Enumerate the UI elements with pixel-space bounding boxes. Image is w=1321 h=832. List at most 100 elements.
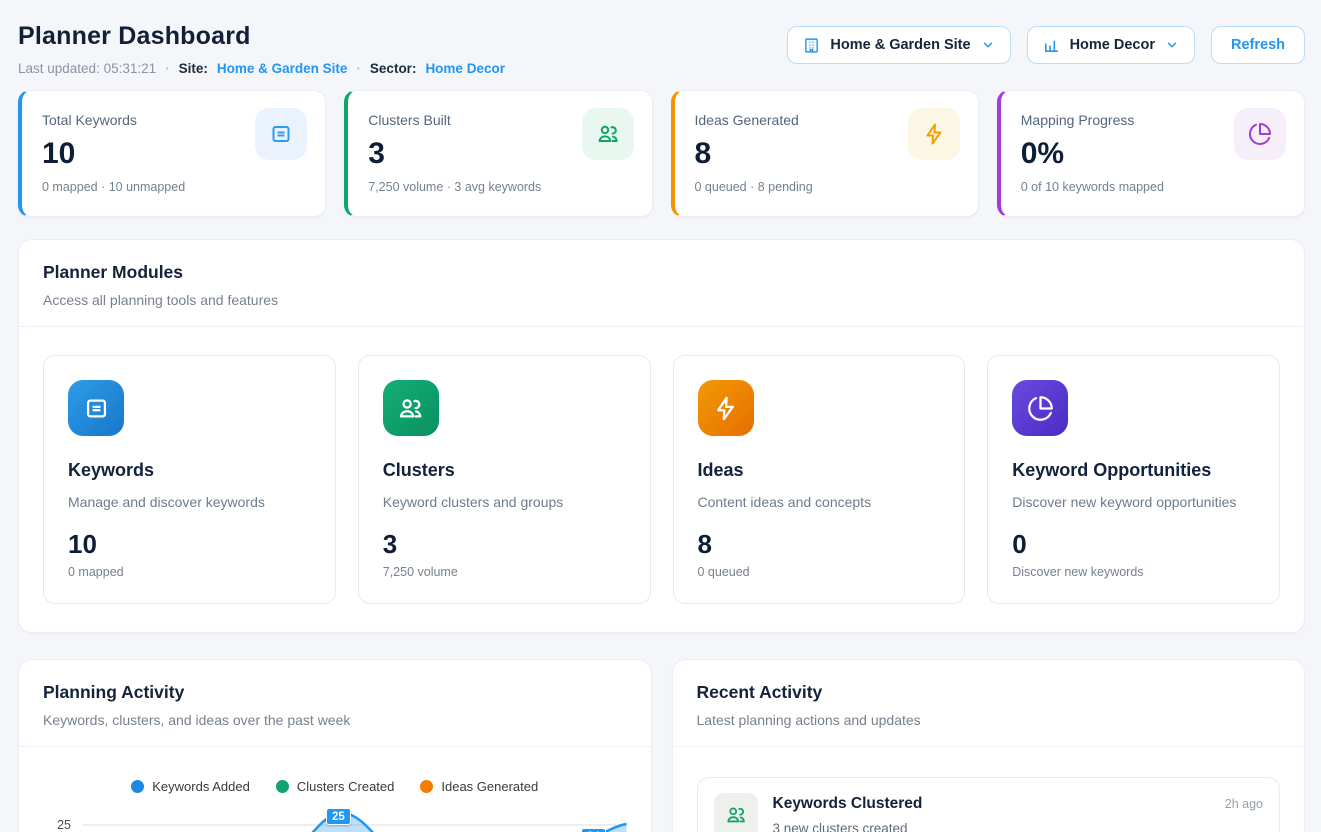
stat-value: 8 — [695, 137, 813, 171]
legend-item-ideas-generated[interactable]: Ideas Generated — [420, 779, 538, 794]
meta-separator: · — [356, 61, 361, 76]
planner-dashboard-page: Planner Dashboard Last updated: 05:31:21… — [0, 0, 1321, 832]
module-subtext: 0 mapped — [68, 565, 311, 579]
planner-modules-header: Planner Modules Access all planning tool… — [19, 240, 1304, 326]
recent-activity-subtitle: Latest planning actions and updates — [697, 712, 1281, 728]
module-value: 8 — [698, 529, 941, 560]
users-icon — [714, 793, 758, 832]
legend-label: Ideas Generated — [441, 779, 538, 794]
stat-subtext: 0 mapped · 10 unmapped — [42, 180, 185, 194]
stat-label: Ideas Generated — [695, 112, 813, 128]
module-value: 3 — [383, 529, 626, 560]
users-icon — [383, 380, 439, 436]
stat-label: Clusters Built — [368, 112, 541, 128]
activity-timestamp: 2h ago — [1225, 797, 1263, 811]
meta-separator: · — [165, 61, 170, 76]
stat-subtext: 0 of 10 keywords mapped — [1021, 180, 1164, 194]
module-description: Keyword clusters and groups — [383, 494, 626, 510]
last-updated-text: Last updated: 05:31:21 — [18, 61, 156, 76]
stat-cards-row: Total Keywords 10 0 mapped · 10 unmapped… — [18, 90, 1305, 217]
module-subtext: 0 queued — [698, 565, 941, 579]
stat-subtext: 7,250 volume · 3 avg keywords — [368, 180, 541, 194]
page-header: Planner Dashboard Last updated: 05:31:21… — [18, 16, 1305, 76]
module-title: Keywords — [68, 460, 311, 481]
stat-value: 3 — [368, 137, 541, 171]
stat-subtext: 0 queued · 8 pending — [695, 180, 813, 194]
sector-label: Sector: — [370, 61, 417, 76]
stat-card-mapping-progress: Mapping Progress 0% 0 of 10 keywords map… — [997, 90, 1305, 217]
legend-dot — [420, 780, 433, 793]
stat-label: Total Keywords — [42, 112, 185, 128]
module-title: Clusters — [383, 460, 626, 481]
planning-activity-subtitle: Keywords, clusters, and ideas over the p… — [43, 712, 627, 728]
stat-card-total-keywords: Total Keywords 10 0 mapped · 10 unmapped — [18, 90, 326, 217]
activity-title: Keywords Clustered — [773, 795, 1210, 813]
data-point-label: 25 — [326, 808, 351, 825]
site-label: Site: — [179, 61, 208, 76]
legend-label: Keywords Added — [152, 779, 250, 794]
module-card-clusters[interactable]: Clusters Keyword clusters and groups 3 7… — [358, 355, 651, 604]
planning-activity-panel: Planning Activity Keywords, clusters, an… — [18, 659, 652, 832]
planner-modules-subtitle: Access all planning tools and features — [43, 292, 1280, 308]
site-selector-button[interactable]: Home & Garden Site — [787, 26, 1010, 64]
legend-dot — [276, 780, 289, 793]
module-description: Manage and discover keywords — [68, 494, 311, 510]
module-description: Discover new keyword opportunities — [1012, 494, 1255, 510]
recent-activity-title: Recent Activity — [697, 682, 1281, 703]
area-chart-svg — [83, 806, 627, 832]
y-axis-tick-25: 25 — [39, 806, 83, 832]
stat-card-clusters-built: Clusters Built 3 7,250 volume · 3 avg ke… — [344, 90, 652, 217]
module-subtext: Discover new keywords — [1012, 565, 1255, 579]
header-meta: Last updated: 05:31:21 · Site: Home & Ga… — [18, 61, 505, 76]
modules-grid: Keywords Manage and discover keywords 10… — [19, 327, 1304, 632]
users-icon — [582, 108, 634, 160]
file-lines-icon — [255, 108, 307, 160]
module-card-keywords[interactable]: Keywords Manage and discover keywords 10… — [43, 355, 336, 604]
bolt-icon — [908, 108, 960, 160]
site-link[interactable]: Home & Garden Site — [217, 61, 348, 76]
stat-value: 0% — [1021, 137, 1164, 171]
site-selector-value: Home & Garden Site — [830, 37, 970, 53]
module-subtext: 7,250 volume — [383, 565, 626, 579]
chart-plot-area: 25 24 — [83, 806, 627, 832]
stat-value: 10 — [42, 137, 185, 171]
module-title: Keyword Opportunities — [1012, 460, 1255, 481]
bar-chart-icon — [1043, 37, 1060, 54]
data-point-label: 24 — [581, 828, 606, 832]
sector-selector-value: Home Decor — [1070, 37, 1155, 53]
page-title: Planner Dashboard — [18, 22, 505, 51]
chevron-down-icon — [981, 38, 995, 52]
stat-card-ideas-generated: Ideas Generated 8 0 queued · 8 pending — [671, 90, 979, 217]
module-description: Content ideas and concepts — [698, 494, 941, 510]
activity-item-keywords-clustered: Keywords Clustered 3 new clusters create… — [697, 777, 1281, 832]
divider — [19, 746, 651, 747]
legend-item-keywords-added[interactable]: Keywords Added — [131, 779, 250, 794]
activity-chart: 25 25 24 — [19, 806, 651, 832]
refresh-button[interactable]: Refresh — [1211, 26, 1305, 64]
module-card-ideas[interactable]: Ideas Content ideas and concepts 8 0 que… — [673, 355, 966, 604]
pie-chart-icon — [1234, 108, 1286, 160]
stat-label: Mapping Progress — [1021, 112, 1164, 128]
recent-activity-panel: Recent Activity Latest planning actions … — [672, 659, 1306, 832]
sector-selector-button[interactable]: Home Decor — [1027, 26, 1195, 64]
legend-dot — [131, 780, 144, 793]
building-icon — [803, 37, 820, 54]
legend-item-clusters-created[interactable]: Clusters Created — [276, 779, 395, 794]
recent-activity-header: Recent Activity Latest planning actions … — [673, 660, 1305, 746]
planning-activity-title: Planning Activity — [43, 682, 627, 703]
module-value: 10 — [68, 529, 311, 560]
header-left: Planner Dashboard Last updated: 05:31:21… — [18, 16, 505, 76]
divider — [673, 746, 1305, 747]
module-title: Ideas — [698, 460, 941, 481]
activity-description: 3 new clusters created — [773, 821, 1210, 832]
pie-chart-icon — [1012, 380, 1068, 436]
planner-modules-panel: Planner Modules Access all planning tool… — [18, 239, 1305, 633]
module-card-keyword-opportunities[interactable]: Keyword Opportunities Discover new keywo… — [987, 355, 1280, 604]
file-lines-icon — [68, 380, 124, 436]
bolt-icon — [698, 380, 754, 436]
header-controls: Home & Garden Site Home Decor Refresh — [787, 26, 1305, 64]
bottom-row: Planning Activity Keywords, clusters, an… — [18, 659, 1305, 832]
sector-link[interactable]: Home Decor — [425, 61, 505, 76]
module-value: 0 — [1012, 529, 1255, 560]
chevron-down-icon — [1165, 38, 1179, 52]
